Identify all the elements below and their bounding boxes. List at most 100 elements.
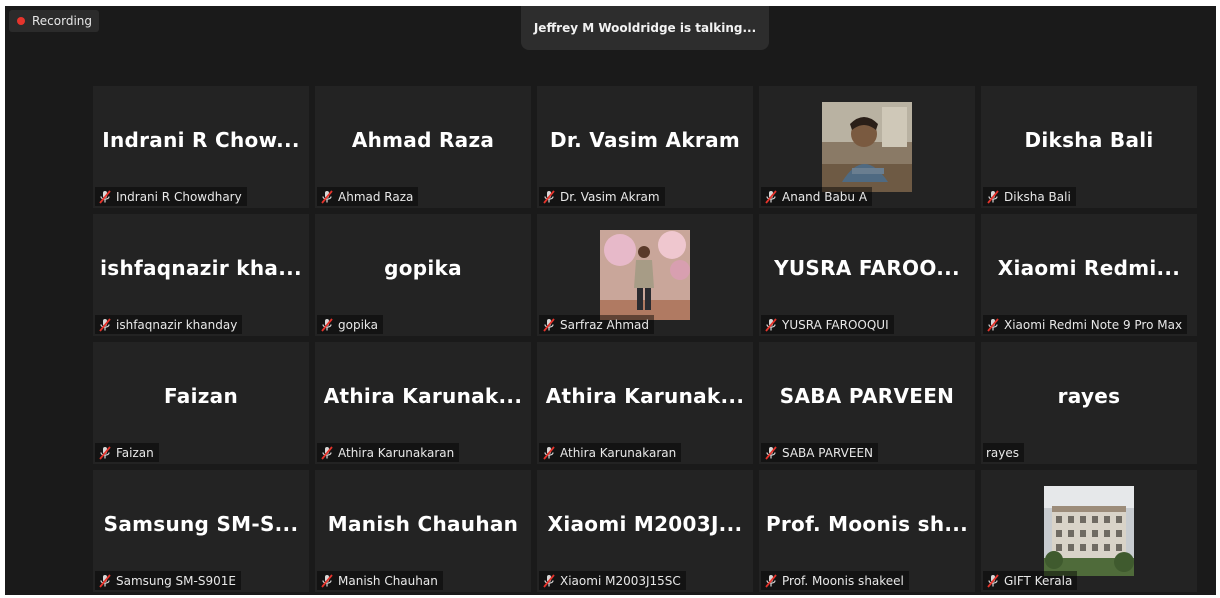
participant-name: GIFT Kerala: [1004, 573, 1073, 588]
mic-muted-icon: [321, 445, 333, 460]
participant-tile[interactable]: Athira Karunak... Athira Karunakaran: [537, 342, 753, 464]
participant-tile[interactable]: Manish Chauhan Manish Chauhan: [315, 470, 531, 592]
participant-name-label: Athira Karunakaran: [539, 443, 682, 462]
participant-tile[interactable]: Faizan Faizan: [93, 342, 309, 464]
participant-display-name: rayes: [1057, 384, 1121, 408]
mic-muted-icon: [543, 317, 555, 332]
active-speaker-text: Jeffrey M Wooldridge is talking...: [533, 21, 757, 35]
participant-display-name: Athira Karunak...: [545, 384, 745, 408]
mic-muted-icon: [765, 189, 777, 204]
participant-tile[interactable]: Xiaomi Redmi... Xiaomi Redmi Note 9 Pro …: [981, 214, 1197, 336]
participant-tile[interactable]: Dr. Vasim Akram Dr. Vasim Akram: [537, 86, 753, 208]
participant-display-name: Xiaomi Redmi...: [997, 256, 1181, 280]
recording-label: Recording: [32, 14, 93, 28]
participant-name: Samsung SM-S901E: [116, 573, 236, 588]
participant-name-label: Athira Karunakaran: [317, 443, 460, 462]
participant-name: Manish Chauhan: [338, 573, 438, 588]
participant-display-name: Athira Karunak...: [323, 384, 523, 408]
mic-muted-icon: [99, 189, 111, 204]
participant-name: Athira Karunakaran: [338, 445, 455, 460]
participant-tile[interactable]: Prof. Moonis sh... Prof. Moonis shakeel: [759, 470, 975, 592]
participant-tile[interactable]: GIFT Kerala: [981, 470, 1197, 592]
participant-display-name: Samsung SM-S...: [103, 512, 299, 536]
participant-name-label: Faizan: [95, 443, 159, 462]
participant-tile[interactable]: ishfaqnazir kha... ishfaqnazir khanday: [93, 214, 309, 336]
mic-muted-icon: [765, 317, 777, 332]
participant-tile[interactable]: Xiaomi M2003J... Xiaomi M2003J15SC: [537, 470, 753, 592]
recording-indicator[interactable]: Recording: [9, 10, 100, 32]
participant-tile[interactable]: Athira Karunak... Athira Karunakaran: [315, 342, 531, 464]
participant-name-label: Xiaomi M2003J15SC: [539, 571, 686, 590]
participant-display-name: gopika: [384, 256, 462, 280]
participant-display-name: Manish Chauhan: [327, 512, 519, 536]
participant-display-name: YUSRA FAROO...: [774, 256, 960, 280]
participant-tile[interactable]: rayes rayes: [981, 342, 1197, 464]
participant-name-label: YUSRA FAROOQUI: [761, 315, 894, 334]
participant-name-label: Dr. Vasim Akram: [539, 187, 665, 206]
participant-name: Anand Babu A: [782, 189, 868, 204]
participant-tile[interactable]: Diksha Bali Diksha Bali: [981, 86, 1197, 208]
mic-muted-icon: [765, 573, 777, 588]
participant-display-name: Ahmad Raza: [351, 128, 495, 152]
participant-display-name: Prof. Moonis sh...: [765, 512, 969, 536]
participant-name-label: rayes: [983, 443, 1025, 462]
mic-muted-icon: [543, 445, 555, 460]
participant-name-label: Manish Chauhan: [317, 571, 443, 590]
participant-grid: Indrani R Chow... Indrani R Chowdhary Ah…: [93, 86, 1197, 592]
mic-muted-icon: [321, 189, 333, 204]
participant-name-label: GIFT Kerala: [983, 571, 1078, 590]
participant-name: Diksha Bali: [1004, 189, 1071, 204]
participant-video: [822, 102, 912, 192]
mic-muted-icon: [987, 317, 999, 332]
participant-display-name: Dr. Vasim Akram: [549, 128, 741, 152]
participant-display-name: SABA PARVEEN: [779, 384, 955, 408]
participant-tile[interactable]: Anand Babu A: [759, 86, 975, 208]
participant-name-label: gopika: [317, 315, 384, 334]
participant-tile[interactable]: Sarfraz Ahmad: [537, 214, 753, 336]
participant-name: ishfaqnazir khanday: [116, 317, 238, 332]
participant-tile[interactable]: YUSRA FAROO... YUSRA FAROOQUI: [759, 214, 975, 336]
mic-muted-icon: [321, 317, 333, 332]
participant-name-label: ishfaqnazir khanday: [95, 315, 243, 334]
participant-name: Faizan: [116, 445, 154, 460]
participant-tile[interactable]: SABA PARVEEN SABA PARVEEN: [759, 342, 975, 464]
participant-display-name: Diksha Bali: [1024, 128, 1154, 152]
participant-name: Prof. Moonis shakeel: [782, 573, 904, 588]
participant-name-label: Prof. Moonis shakeel: [761, 571, 909, 590]
participant-name-label: Indrani R Chowdhary: [95, 187, 247, 206]
participant-name-label: SABA PARVEEN: [761, 443, 879, 462]
participant-video: [600, 230, 690, 320]
participant-name: Dr. Vasim Akram: [560, 189, 660, 204]
participant-name: rayes: [986, 445, 1020, 460]
meeting-window: Recording Jeffrey M Wooldridge is talkin…: [5, 6, 1216, 595]
participant-name: Sarfraz Ahmad: [560, 317, 650, 332]
participant-name-label: Ahmad Raza: [317, 187, 419, 206]
active-speaker-banner: Jeffrey M Wooldridge is talking...: [521, 6, 769, 50]
participant-name: Athira Karunakaran: [560, 445, 677, 460]
participant-tile[interactable]: Ahmad Raza Ahmad Raza: [315, 86, 531, 208]
participant-display-name: ishfaqnazir kha...: [100, 256, 302, 280]
participant-display-name: Xiaomi M2003J...: [547, 512, 743, 536]
participant-name: Ahmad Raza: [338, 189, 414, 204]
participant-name-label: Anand Babu A: [761, 187, 873, 206]
mic-muted-icon: [99, 317, 111, 332]
mic-muted-icon: [543, 573, 555, 588]
mic-muted-icon: [99, 445, 111, 460]
mic-muted-icon: [765, 445, 777, 460]
participant-name-label: Samsung SM-S901E: [95, 571, 241, 590]
participant-name: SABA PARVEEN: [782, 445, 874, 460]
recording-dot-icon: [17, 17, 25, 25]
mic-muted-icon: [99, 573, 111, 588]
participant-name-label: Sarfraz Ahmad: [539, 315, 655, 334]
participant-display-name: Indrani R Chow...: [102, 128, 300, 152]
participant-name: Xiaomi Redmi Note 9 Pro Max: [1004, 317, 1183, 332]
participant-name-label: Diksha Bali: [983, 187, 1076, 206]
mic-muted-icon: [987, 573, 999, 588]
mic-muted-icon: [987, 189, 999, 204]
participant-tile[interactable]: Samsung SM-S... Samsung SM-S901E: [93, 470, 309, 592]
participant-tile[interactable]: Indrani R Chow... Indrani R Chowdhary: [93, 86, 309, 208]
participant-display-name: Faizan: [163, 384, 239, 408]
mic-muted-icon: [321, 573, 333, 588]
participant-name-label: Xiaomi Redmi Note 9 Pro Max: [983, 315, 1188, 334]
participant-tile[interactable]: gopika gopika: [315, 214, 531, 336]
